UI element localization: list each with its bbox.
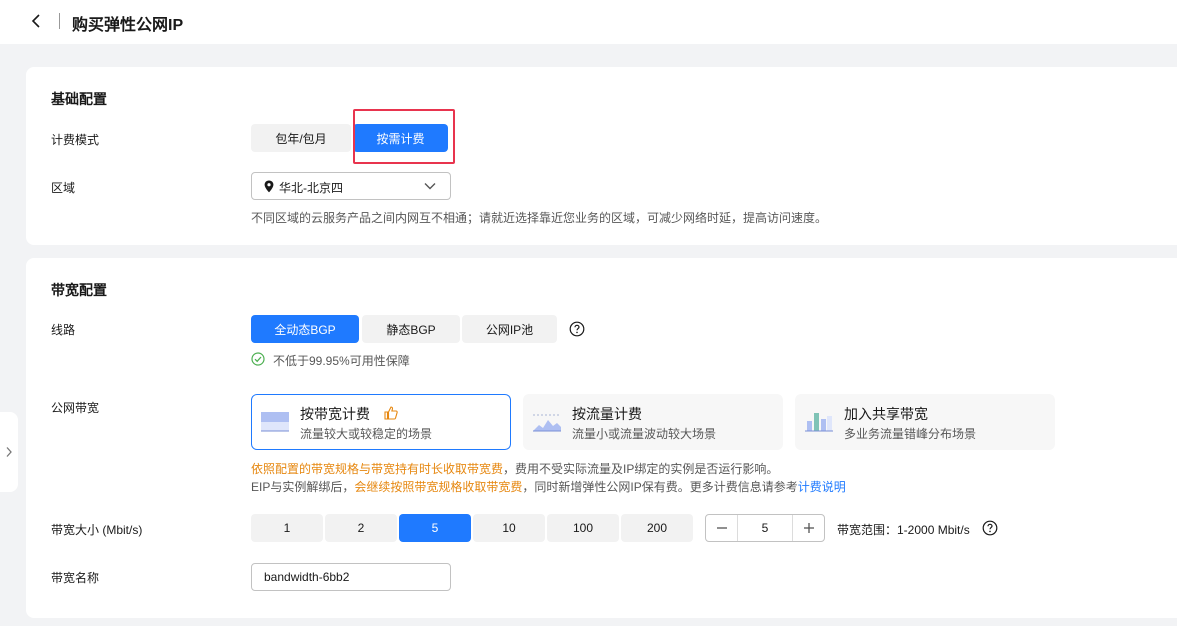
page-title: 购买弹性公网IP	[72, 17, 184, 34]
size-option-1[interactable]: 1	[251, 514, 323, 542]
option-title: 按带宽计费	[300, 406, 370, 422]
increment-button[interactable]	[792, 515, 824, 541]
help-icon[interactable]	[569, 321, 585, 337]
bandwidth-chart-icon	[261, 412, 289, 432]
bandwidth-config-title: 带宽配置	[51, 282, 107, 298]
billing-mode-label: 计费模式	[51, 133, 100, 147]
basic-config-title: 基础配置	[51, 91, 107, 107]
option-subtitle: 流量较大或较稳定的场景	[300, 427, 433, 441]
size-option-2[interactable]: 2	[325, 514, 397, 542]
stepper-value[interactable]: 5	[738, 515, 792, 541]
minus-icon	[716, 527, 727, 529]
billing-note-2-warning: 会继续按照带宽规格收取带宽费	[354, 480, 523, 494]
billing-by-traffic-card[interactable]: 按流量计费 流量小或流量波动较大场景	[523, 394, 783, 450]
public-bandwidth-label: 公网带宽	[51, 401, 100, 415]
back-icon[interactable]	[26, 10, 46, 32]
region-hint: 不同区域的云服务产品之间内网互不相通；请就近选择靠近您业务的区域，可减少网络时延…	[251, 211, 828, 225]
line-option-dynamic-bgp[interactable]: 全动态BGP	[251, 315, 359, 343]
option-title: 加入共享带宽	[844, 406, 928, 422]
billing-note-1-warning: 依照配置的带宽规格与带宽持有时长收取带宽费	[251, 462, 504, 476]
check-circle-icon	[251, 352, 265, 366]
region-label: 区域	[51, 181, 76, 195]
billing-info-link[interactable]: 计费说明	[798, 480, 846, 494]
billing-note-2-text-b: ，同时新增弹性公网IP保有费。更多计费信息请参考	[522, 480, 798, 494]
side-panel-toggle[interactable]	[0, 412, 18, 492]
plus-icon	[803, 523, 814, 533]
option-subtitle: 多业务流量错峰分布场景	[844, 427, 977, 441]
shared-bandwidth-card[interactable]: 加入共享带宽 多业务流量错峰分布场景	[795, 394, 1055, 450]
line-option-static-bgp[interactable]: 静态BGP	[362, 315, 460, 343]
size-option-10[interactable]: 10	[473, 514, 545, 542]
option-title: 按流量计费	[572, 406, 642, 422]
line-label: 线路	[51, 323, 76, 337]
highlight-box	[353, 109, 455, 164]
thumbs-up-icon	[384, 406, 398, 420]
billing-note-1: 依照配置的带宽规格与带宽持有时长收取带宽费，费用不受实际流量及IP绑定的实例是否…	[251, 460, 778, 477]
billing-note-2-text-a: EIP与实例解绑后，	[251, 480, 355, 494]
bandwidth-size-label: 带宽大小 (Mbit/s)	[51, 523, 143, 537]
billing-option-yearly[interactable]: 包年/包月	[251, 124, 351, 152]
availability-note: 不低于99.95%可用性保障	[273, 354, 410, 368]
chevron-down-icon	[424, 183, 436, 190]
bandwidth-stepper: 5	[705, 514, 825, 542]
size-option-5[interactable]: 5	[399, 514, 471, 542]
traffic-chart-icon	[533, 414, 561, 432]
billing-note-2: EIP与实例解绑后，会继续按照带宽规格收取带宽费，同时新增弹性公网IP保有费。更…	[251, 478, 846, 495]
size-option-100[interactable]: 100	[547, 514, 619, 542]
option-subtitle: 流量小或流量波动较大场景	[572, 427, 717, 441]
chevron-right-icon	[6, 447, 12, 457]
bandwidth-range: 带宽范围：1-2000 Mbit/s	[837, 523, 970, 537]
size-option-200[interactable]: 200	[621, 514, 693, 542]
divider	[59, 13, 60, 29]
region-select[interactable]: 华北-北京四	[251, 172, 451, 200]
bandwidth-name-input[interactable]: bandwidth-6bb2	[251, 563, 451, 591]
shared-bandwidth-icon	[805, 413, 833, 432]
help-icon[interactable]	[982, 520, 998, 536]
region-value: 华北-北京四	[279, 181, 343, 195]
top-bar: 购买弹性公网IP	[0, 0, 1177, 44]
bandwidth-name-label: 带宽名称	[51, 571, 100, 585]
decrement-button[interactable]	[706, 515, 738, 541]
location-pin-icon	[264, 180, 274, 193]
billing-by-bandwidth-card[interactable]: 按带宽计费 流量较大或较稳定的场景	[251, 394, 511, 450]
line-option-ip-pool[interactable]: 公网IP池	[462, 315, 557, 343]
billing-note-1-text: ，费用不受实际流量及IP绑定的实例是否运行影响。	[503, 462, 779, 476]
